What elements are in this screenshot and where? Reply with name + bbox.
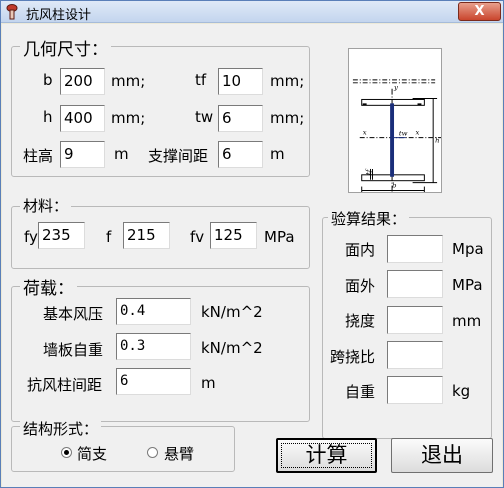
self-weight-unit: kg — [452, 382, 471, 400]
app-icon — [6, 4, 18, 20]
h-input[interactable]: 400 — [60, 105, 105, 132]
diagram-label-b: b — [392, 182, 396, 190]
f-label: f — [106, 228, 112, 246]
b-label: b — [43, 71, 53, 89]
fy-label: fy — [24, 228, 38, 246]
tf-input[interactable]: 10 — [218, 68, 263, 95]
out-plane-unit: MPa — [452, 276, 483, 294]
material-unit: MPa — [264, 228, 295, 246]
tf-label: tf — [195, 71, 207, 89]
wind-pressure-unit: kN/m^2 — [201, 303, 263, 321]
out-plane-label: 面外 — [345, 277, 376, 295]
diagram-label-y-top: y — [393, 84, 398, 92]
tw-input[interactable]: 6 — [218, 105, 263, 132]
window-title: 抗风柱设计 — [26, 8, 92, 23]
exit-button[interactable]: 退出 — [391, 438, 493, 473]
self-weight-label: 自重 — [345, 383, 376, 401]
wind-pressure-input[interactable]: 0.4 — [116, 298, 191, 325]
deflection-label: 挠度 — [345, 312, 376, 330]
simply-supported-radio[interactable] — [61, 447, 72, 458]
app-window: 抗风柱设计 X 几何尺寸： b 200 mm; tf 10 mm; h 400 … — [0, 0, 504, 488]
column-height-input[interactable]: 9 — [60, 141, 105, 168]
b-input[interactable]: 200 — [60, 68, 105, 95]
h-unit: mm; — [111, 109, 146, 127]
h-label: h — [43, 108, 53, 126]
fv-label: fv — [190, 228, 205, 246]
in-plane-label: 面内 — [345, 241, 376, 259]
tw-unit: mm; — [270, 109, 305, 127]
calculate-button-label: 计算 — [305, 443, 348, 467]
cantilever-label[interactable]: 悬臂 — [164, 443, 194, 464]
column-height-unit: m — [114, 145, 129, 163]
title-bar: 抗风柱设计 X — [1, 1, 503, 23]
column-spacing-label: 抗风柱间距 — [27, 376, 103, 394]
i-beam-section-diagram: y x tw x h tf b y — [348, 48, 442, 193]
results-legend: 验算结果： — [328, 208, 410, 229]
wall-weight-input[interactable]: 0.3 — [116, 333, 191, 360]
span-ratio-output[interactable] — [387, 341, 443, 369]
load-legend: 荷载： — [20, 274, 77, 299]
self-weight-output[interactable] — [387, 376, 443, 404]
wall-weight-label: 墙板自重 — [43, 341, 104, 359]
client-area: 几何尺寸： b 200 mm; tf 10 mm; h 400 mm; tw 6… — [2, 24, 502, 487]
material-legend: 材料： — [20, 195, 72, 216]
structure-legend: 结构形式： — [20, 418, 102, 439]
brace-spacing-label: 支撑间距 — [148, 147, 209, 165]
in-plane-unit: Mpa — [452, 240, 484, 258]
diagram-label-tw: tw — [399, 130, 408, 138]
b-unit: mm; — [111, 72, 146, 90]
close-button[interactable]: X — [458, 2, 501, 21]
diagram-label-x-right: x — [416, 129, 420, 137]
geometry-legend: 几何尺寸： — [20, 35, 111, 60]
deflection-unit: mm — [452, 312, 482, 330]
column-height-label: 柱高 — [23, 147, 54, 165]
tf-unit: mm; — [270, 72, 305, 90]
brace-spacing-input[interactable]: 6 — [218, 141, 263, 168]
cantilever-radio[interactable] — [147, 447, 158, 458]
column-spacing-unit: m — [201, 374, 216, 392]
tw-label: tw — [195, 108, 214, 126]
deflection-output[interactable] — [387, 306, 443, 334]
diagram-label-h: h — [435, 137, 439, 145]
out-plane-output[interactable] — [387, 270, 443, 298]
simply-supported-label[interactable]: 简支 — [77, 443, 107, 464]
column-spacing-input[interactable]: 6 — [116, 368, 191, 395]
fv-input[interactable]: 125 — [210, 222, 257, 249]
brace-spacing-unit: m — [270, 145, 285, 163]
calculate-button[interactable]: 计算 — [276, 438, 377, 473]
diagram-label-x-left: x — [363, 129, 367, 137]
f-input[interactable]: 215 — [123, 222, 170, 249]
wind-pressure-label: 基本风压 — [43, 305, 104, 323]
in-plane-output[interactable] — [387, 235, 443, 263]
wall-weight-unit: kN/m^2 — [201, 339, 263, 357]
fy-input[interactable]: 235 — [38, 222, 85, 249]
diagram-label-tf: tf — [365, 168, 373, 175]
span-ratio-label: 跨挠比 — [330, 348, 376, 366]
exit-button-label: 退出 — [421, 443, 463, 467]
